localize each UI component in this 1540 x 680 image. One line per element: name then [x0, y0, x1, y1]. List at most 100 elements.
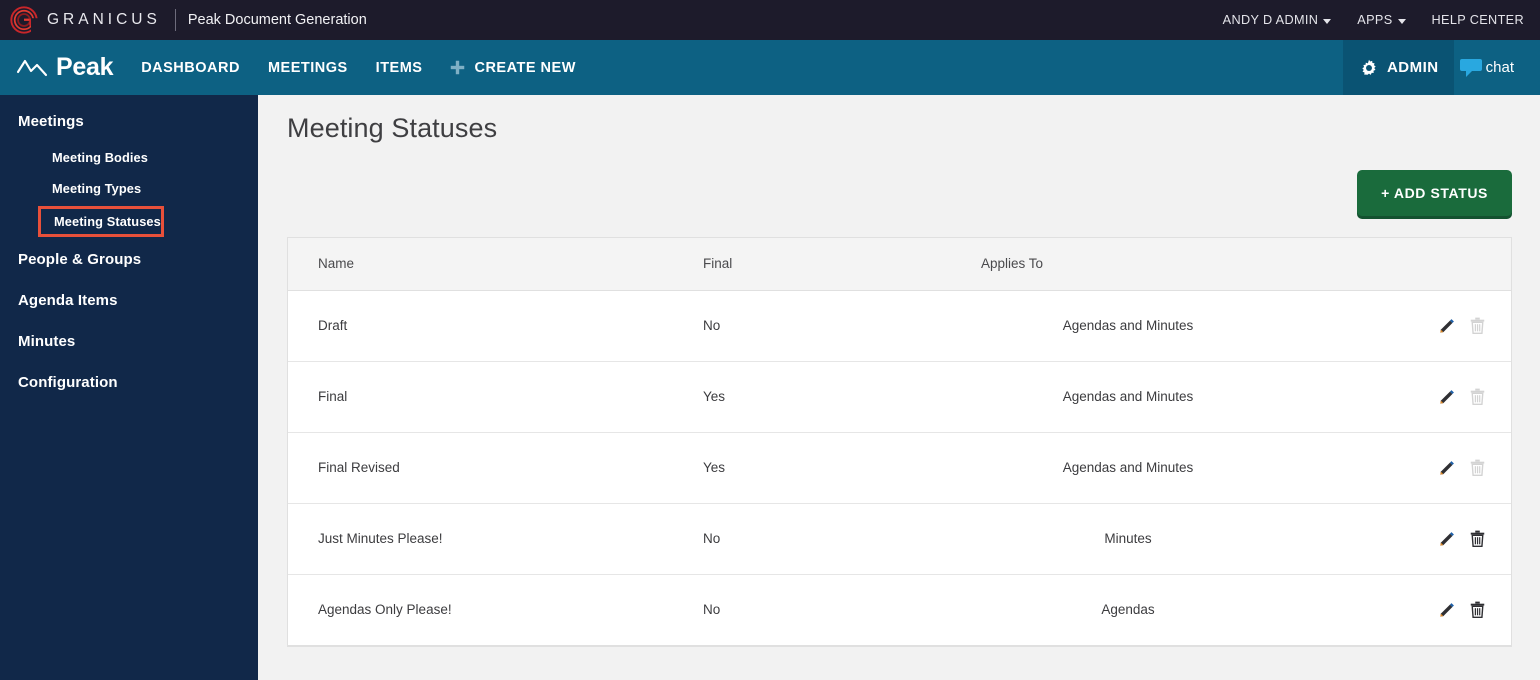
column-header-name[interactable]: Name	[288, 238, 703, 291]
delete-status-button	[1466, 388, 1485, 405]
cell-actions	[1428, 432, 1511, 504]
sidebar-item-meetings[interactable]: Meetings	[0, 101, 258, 142]
table-header: Name Final Applies To	[288, 238, 1511, 291]
user-menu-andy-d-admin[interactable]: ANDY D ADMIN	[1223, 13, 1332, 27]
cell-applies-to: Agendas and Minutes	[973, 361, 1428, 433]
chat-button[interactable]: chat	[1454, 40, 1540, 95]
pencil-icon[interactable]	[1439, 530, 1456, 547]
meeting-statuses-table: Name Final Applies To Draft No Agendas and…	[288, 238, 1511, 646]
pencil-icon[interactable]	[1439, 601, 1456, 618]
product-name: Peak Document Generation	[187, 12, 367, 28]
edit-status-button[interactable]	[1439, 388, 1466, 405]
edit-status-button[interactable]	[1439, 530, 1466, 547]
column-header-applies-to[interactable]: Applies To	[973, 238, 1428, 291]
chevron-down-icon	[1397, 18, 1406, 24]
sidebar-item-minutes[interactable]: Minutes	[0, 321, 258, 362]
cell-name: Agendas Only Please!	[288, 574, 703, 646]
apps-menu[interactable]: APPS	[1357, 13, 1406, 27]
gear-icon	[1362, 59, 1376, 75]
sidebar-item-meeting-bodies[interactable]: Meeting Bodies	[0, 142, 258, 173]
add-status-button[interactable]: + ADD STATUS	[1357, 170, 1512, 216]
peak-nav-bar: Peak DASHBOARD MEETINGS ITEMS CREATE NEW…	[0, 40, 1540, 95]
sidebar-item-meeting-statuses[interactable]: Meeting Statuses	[38, 206, 164, 237]
cell-name: Draft	[288, 290, 703, 362]
cell-final: No	[703, 290, 973, 362]
statuses-table-container: Name Final Applies To Draft No Agendas and…	[287, 237, 1512, 647]
main-content: Meeting Statuses + ADD STATUS Name Final…	[258, 95, 1540, 680]
sidebar-item-configuration[interactable]: Configuration	[0, 362, 258, 403]
table-body: Draft No Agendas and Minutes Final Yes Agend…	[288, 290, 1511, 646]
peak-logo[interactable]: Peak	[0, 53, 113, 82]
brand-bar: GRANICUS Peak Document Generation ANDY D…	[0, 0, 1540, 40]
edit-status-button[interactable]	[1439, 601, 1466, 618]
sidebar-item-people-and-groups[interactable]: People & Groups	[0, 239, 258, 280]
table-row: Final Yes Agendas and Minutes	[288, 361, 1511, 433]
edit-status-button[interactable]	[1439, 459, 1466, 476]
nav-create-new[interactable]: CREATE NEW	[450, 60, 575, 76]
column-header-actions	[1428, 238, 1511, 291]
help-center-link[interactable]: HELP CENTER	[1432, 13, 1524, 27]
peak-wordmark: Peak	[56, 53, 114, 81]
cell-actions	[1428, 290, 1511, 362]
trash-icon	[1470, 388, 1485, 405]
user-menu-label: ANDY D ADMIN	[1222, 13, 1319, 27]
cell-actions	[1428, 503, 1511, 575]
peak-zigzag-icon	[16, 59, 48, 76]
trash-icon	[1470, 317, 1485, 334]
cell-final: Yes	[703, 432, 973, 504]
table-header-row: Name Final Applies To	[288, 238, 1511, 291]
sidebar: Meetings Meeting Bodies Meeting Types Me…	[0, 95, 258, 680]
help-center-label: HELP CENTER	[1431, 13, 1524, 27]
table-row: Agendas Only Please! No Agendas	[288, 574, 1511, 646]
cell-final: No	[703, 574, 973, 646]
apps-menu-label: APPS	[1357, 13, 1393, 27]
column-header-final[interactable]: Final	[703, 238, 973, 291]
granicus-g-logo-icon	[10, 6, 38, 34]
delete-status-button	[1466, 459, 1485, 476]
delete-status-button[interactable]	[1466, 530, 1485, 547]
admin-label: ADMIN	[1386, 59, 1439, 76]
cell-name: Just Minutes Please!	[288, 503, 703, 575]
plus-icon	[451, 60, 465, 75]
table-row: Final Revised Yes Agendas and Minutes	[288, 432, 1511, 504]
delete-status-button[interactable]	[1466, 601, 1485, 618]
trash-icon[interactable]	[1470, 530, 1485, 547]
peak-nav-right: ADMIN chat	[1342, 40, 1540, 95]
table-row: Just Minutes Please! No Minutes	[288, 503, 1511, 575]
sidebar-item-meeting-types[interactable]: Meeting Types	[0, 173, 258, 204]
edit-status-button[interactable]	[1439, 317, 1466, 334]
pencil-icon[interactable]	[1439, 388, 1456, 405]
cell-final: No	[703, 503, 973, 575]
pencil-icon[interactable]	[1439, 459, 1456, 476]
trash-icon	[1470, 459, 1485, 476]
granicus-wordmark: GRANICUS	[47, 11, 161, 28]
speech-bubble-icon	[1459, 58, 1482, 77]
brand-divider	[174, 9, 176, 31]
brandbar-right-menu: ANDY D ADMIN APPS HELP CENTER	[1223, 13, 1540, 27]
nav-create-new-label: CREATE NEW	[474, 59, 576, 76]
cell-name: Final Revised	[288, 432, 703, 504]
nav-meetings[interactable]: MEETINGS	[268, 60, 348, 76]
cell-final: Yes	[703, 361, 973, 433]
chat-label: chat	[1485, 59, 1514, 76]
granicus-logo[interactable]: GRANICUS	[0, 0, 161, 40]
sidebar-item-agenda-items[interactable]: Agenda Items	[0, 280, 258, 321]
table-row: Draft No Agendas and Minutes	[288, 290, 1511, 362]
cell-applies-to: Agendas and Minutes	[973, 432, 1428, 504]
trash-icon[interactable]	[1470, 601, 1485, 618]
peak-nav-links: DASHBOARD MEETINGS ITEMS CREATE NEW	[141, 60, 576, 76]
cell-actions	[1428, 361, 1511, 433]
pencil-icon[interactable]	[1439, 317, 1456, 334]
page-title: Meeting Statuses	[287, 113, 498, 143]
delete-status-button	[1466, 317, 1485, 334]
cell-name: Final	[288, 361, 703, 433]
toolbar-row: + ADD STATUS	[258, 144, 1540, 216]
cell-actions	[1428, 574, 1511, 646]
chevron-down-icon	[1323, 18, 1332, 24]
nav-items[interactable]: ITEMS	[376, 60, 423, 76]
cell-applies-to: Minutes	[973, 503, 1428, 575]
admin-button[interactable]: ADMIN	[1342, 40, 1454, 95]
nav-dashboard[interactable]: DASHBOARD	[141, 60, 240, 76]
cell-applies-to: Agendas and Minutes	[973, 290, 1428, 362]
cell-applies-to: Agendas	[973, 574, 1428, 646]
